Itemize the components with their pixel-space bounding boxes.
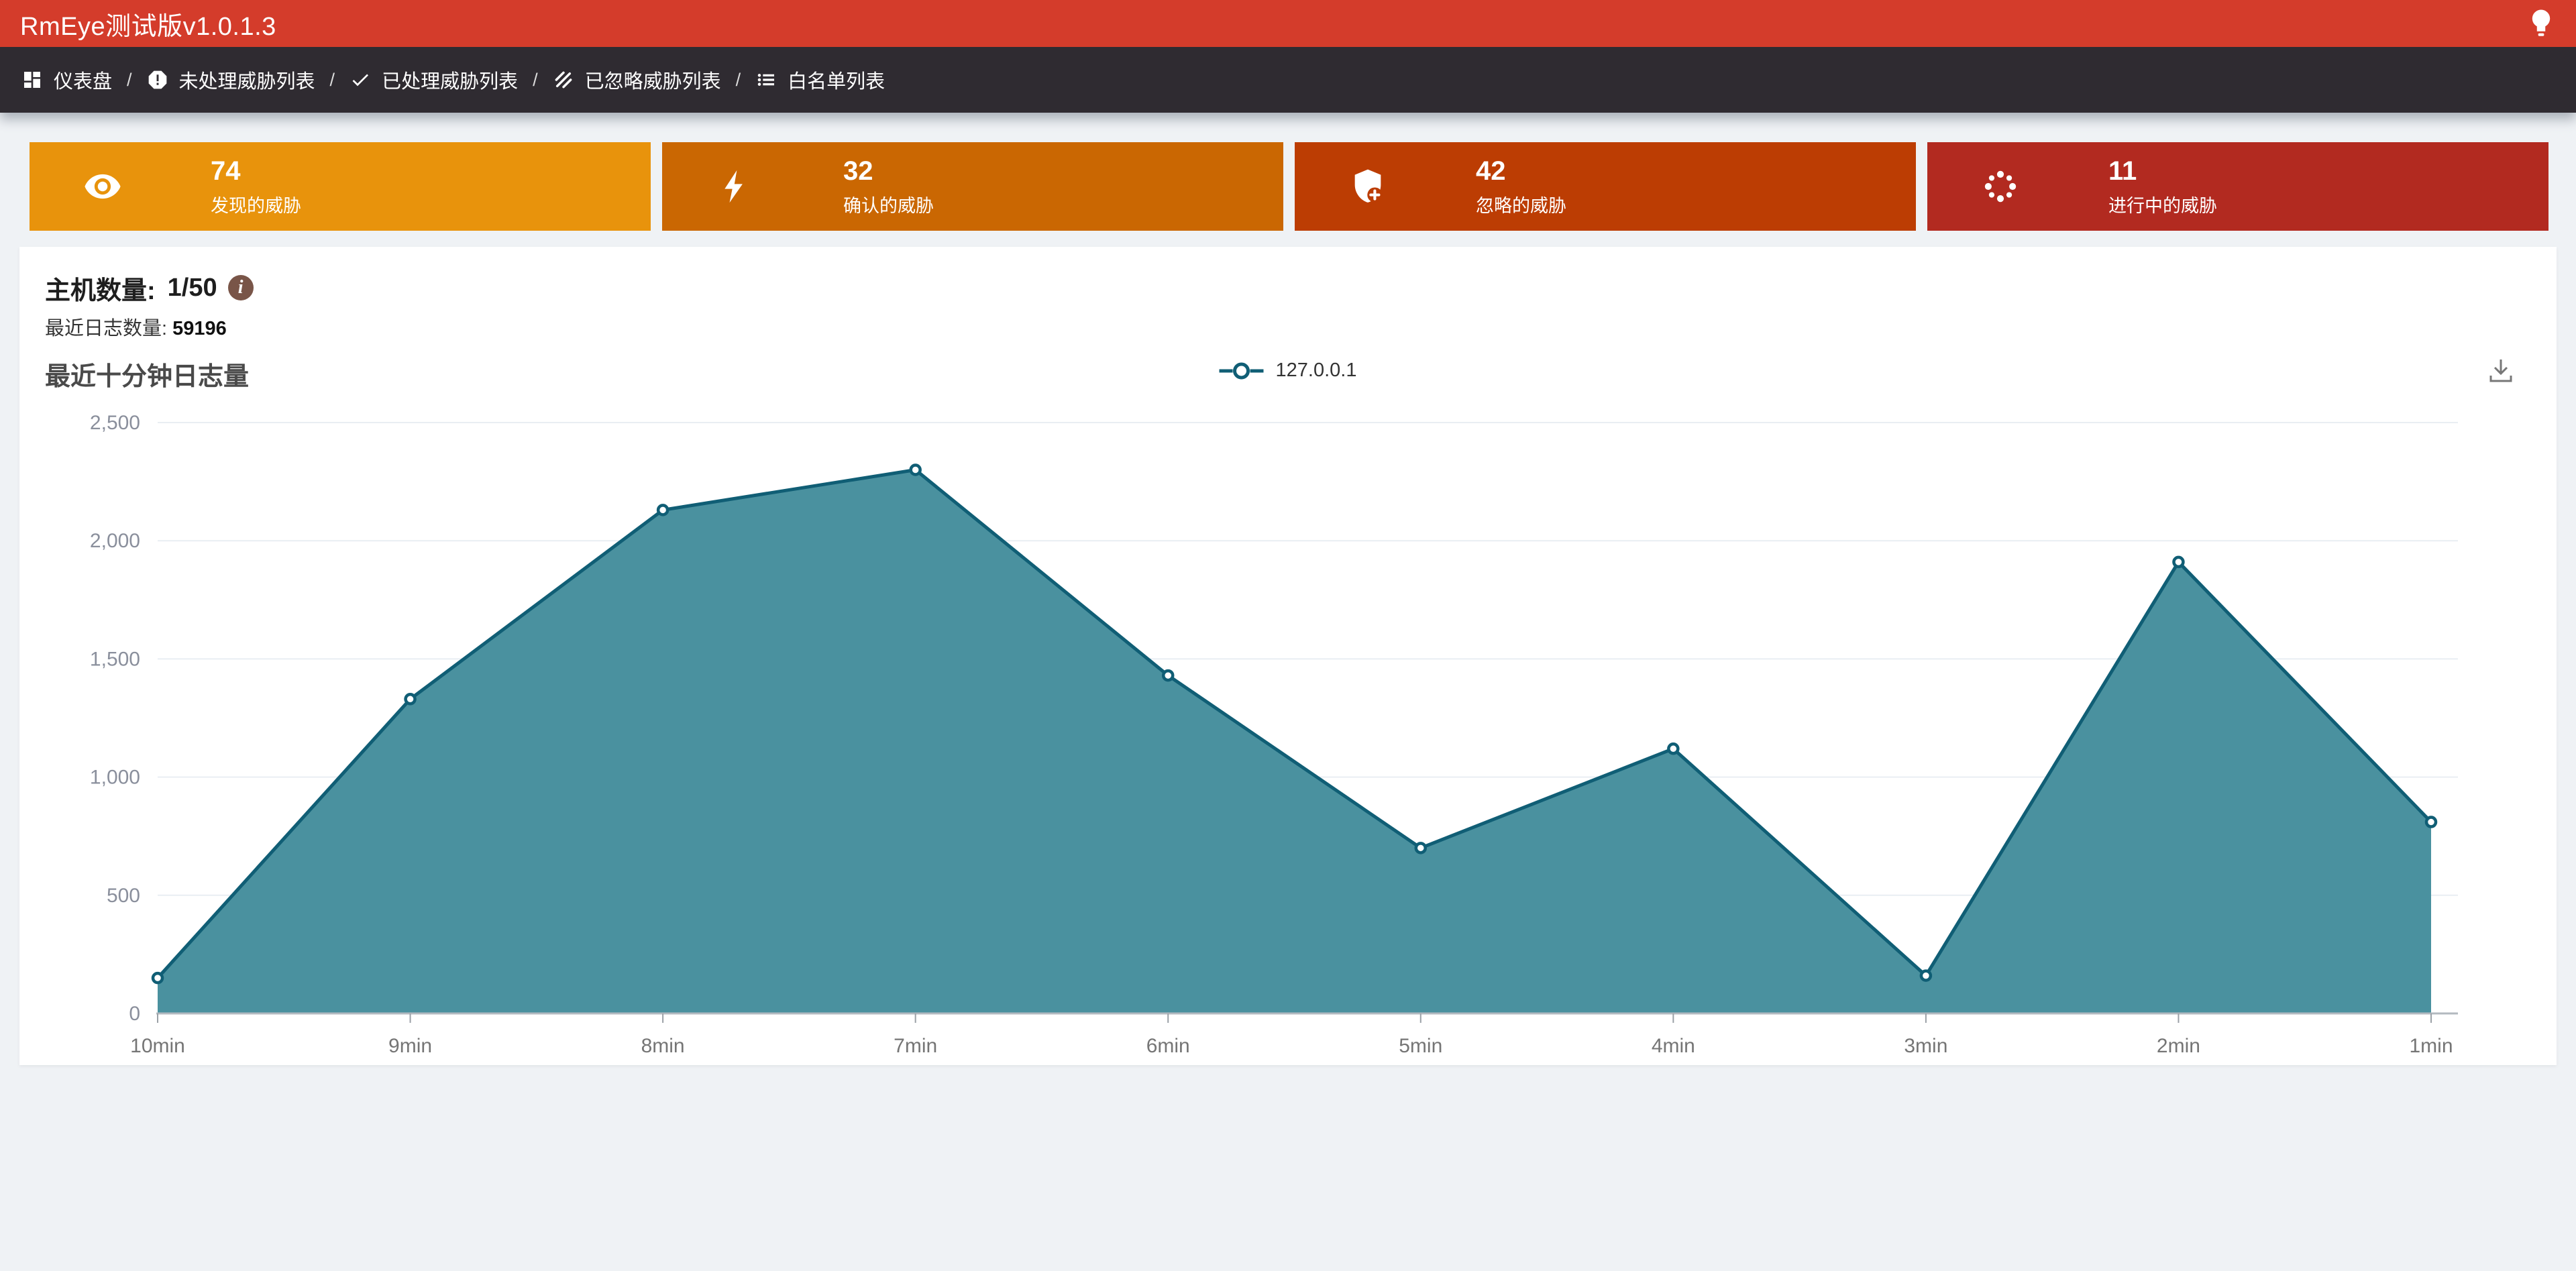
breadcrumb-nav: 仪表盘 / 未处理威胁列表 / 已处理威胁列表 / 已忽略威胁列表 / [0, 47, 2576, 113]
svg-text:10min: 10min [130, 1035, 185, 1057]
recent-log-value: 59196 [172, 318, 227, 339]
stat-cards-row: 74 发现的威胁 32 确认的威胁 42 忽略的威胁 [30, 142, 2548, 231]
app-header: RmEye测试版v1.0.1.3 [0, 0, 2576, 47]
svg-text:5min: 5min [1399, 1035, 1442, 1057]
check-icon [350, 69, 371, 91]
legend-item-127-0-0-1[interactable]: 127.0.0.1 [1220, 360, 1357, 382]
alert-octagon-icon [147, 69, 168, 91]
dashboard-panel: 主机数量: 1/50 i 最近日志数量:59196 最近十分钟日志量 127.0… [19, 247, 2557, 1065]
svg-text:6min: 6min [1146, 1035, 1190, 1057]
host-count-value: 1/50 [168, 274, 217, 302]
stat-value: 74 [211, 156, 301, 186]
stat-card-discovered-threats[interactable]: 74 发现的威胁 [30, 142, 651, 231]
info-icon[interactable]: i [228, 275, 254, 300]
nav-item-ignored-threats[interactable]: 已忽略威胁列表 [553, 66, 721, 94]
nav-item-label: 仪表盘 [54, 66, 112, 94]
legend-line-marker-icon [1220, 361, 1264, 381]
nav-item-label: 白名单列表 [788, 66, 885, 94]
stat-card-ignored-threats[interactable]: 42 忽略的威胁 [1295, 142, 1916, 231]
app-title: RmEye测试版v1.0.1.3 [20, 5, 276, 42]
hatch-icon [553, 69, 574, 91]
stat-label: 忽略的威胁 [1476, 191, 1566, 217]
breadcrumb-separator: / [330, 70, 335, 91]
shield-plus-icon [1348, 167, 1387, 206]
recent-log-label: 最近日志数量: [45, 318, 167, 339]
svg-text:9min: 9min [388, 1035, 432, 1057]
eye-icon [83, 167, 122, 206]
breadcrumb-separator: / [533, 70, 538, 91]
svg-text:2,000: 2,000 [90, 530, 140, 552]
svg-text:2,500: 2,500 [90, 412, 140, 434]
stat-card-confirmed-threats[interactable]: 32 确认的威胁 [662, 142, 1283, 231]
spinner-dots-icon [1981, 167, 2020, 206]
svg-text:1,000: 1,000 [90, 767, 140, 789]
host-count-label: 主机数量: [45, 270, 156, 307]
stat-value: 42 [1476, 156, 1566, 186]
bolt-icon [716, 167, 755, 206]
dashboard-icon [21, 69, 43, 91]
svg-text:7min: 7min [894, 1035, 937, 1057]
light-bulb-icon[interactable] [2526, 6, 2556, 41]
nav-item-unhandled-threats[interactable]: 未处理威胁列表 [147, 66, 315, 94]
nav-item-label: 已忽略威胁列表 [585, 66, 721, 94]
nav-item-whitelist[interactable]: 白名单列表 [755, 66, 885, 94]
nav-item-dashboard[interactable]: 仪表盘 [21, 66, 112, 94]
breadcrumb-separator: / [127, 70, 132, 91]
svg-text:4min: 4min [1652, 1035, 1695, 1057]
svg-text:8min: 8min [641, 1035, 685, 1057]
svg-text:2min: 2min [2157, 1035, 2200, 1057]
log-volume-area-chart[interactable]: 0 500 1,000 1,500 2,000 2,500 10min 9min 8min 7mi… [19, 392, 2557, 1066]
host-count-line: 主机数量: 1/50 i [45, 272, 2557, 303]
breadcrumb-separator: / [736, 70, 741, 91]
chart-title: 最近十分钟日志量 [45, 355, 249, 392]
recent-log-line: 最近日志数量:59196 [45, 313, 2557, 335]
stat-value: 11 [2108, 156, 2217, 186]
svg-text:500: 500 [107, 885, 140, 907]
nav-item-label: 已处理威胁列表 [382, 66, 518, 94]
list-icon [755, 69, 777, 91]
stat-card-inprogress-threats[interactable]: 11 进行中的威胁 [1927, 142, 2548, 231]
legend-label: 127.0.0.1 [1276, 360, 1357, 382]
nav-item-label: 未处理威胁列表 [179, 66, 315, 94]
stat-value: 32 [843, 156, 934, 186]
chart-header: 最近十分钟日志量 127.0.0.1 [19, 354, 2557, 392]
svg-text:1min: 1min [2409, 1035, 2453, 1057]
stat-label: 发现的威胁 [211, 191, 301, 217]
svg-text:0: 0 [129, 1003, 140, 1025]
stat-label: 进行中的威胁 [2108, 191, 2217, 217]
stat-label: 确认的威胁 [843, 191, 934, 217]
nav-item-handled-threats[interactable]: 已处理威胁列表 [350, 66, 518, 94]
download-icon[interactable] [2487, 357, 2515, 386]
svg-text:3min: 3min [1904, 1035, 1947, 1057]
svg-text:1,500: 1,500 [90, 648, 140, 670]
